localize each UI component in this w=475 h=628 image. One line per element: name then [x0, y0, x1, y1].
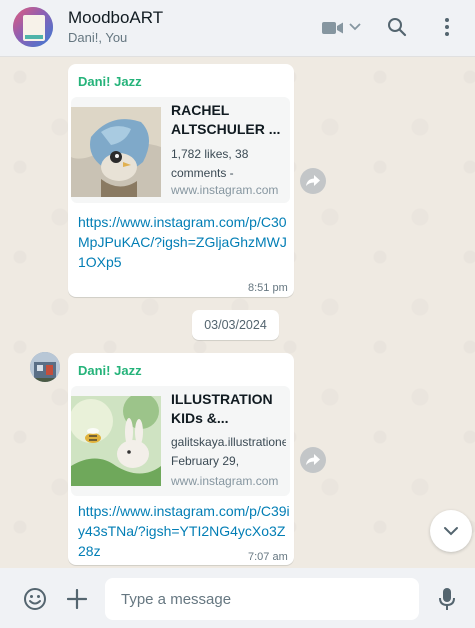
chat-title[interactable]: MoodboART: [68, 8, 163, 28]
forward-icon[interactable]: [300, 447, 326, 473]
chat-participants: Dani!, You: [68, 30, 128, 45]
sender-avatar[interactable]: [30, 352, 60, 382]
message-input[interactable]: [105, 578, 419, 620]
emoji-icon[interactable]: [22, 586, 48, 612]
plus-icon[interactable]: [64, 586, 90, 612]
message-sender[interactable]: Dani! Jazz: [78, 74, 142, 89]
message-bubble[interactable]: Dani! Jazz RACHEL ALTSCHULER ... 1,782 l…: [68, 64, 294, 297]
message-link[interactable]: https://www.instagram.com/p/C30MpJPuKAC/…: [78, 212, 293, 272]
message-time: 7:07 am: [248, 551, 288, 563]
microphone-icon[interactable]: [436, 585, 458, 613]
date-separator: 03/03/2024: [192, 310, 279, 340]
preview-description: galitskaya.illustrationel February 29,: [171, 435, 286, 468]
preview-domain: www.instagram.com: [171, 474, 279, 488]
chat-header[interactable]: MoodboART Dani!, You: [0, 0, 475, 57]
message-time: 8:51 pm: [248, 282, 288, 294]
link-preview[interactable]: ILLUSTRATION KIDs &... galitskaya.illust…: [71, 386, 290, 496]
message-composer: [0, 568, 475, 628]
preview-domain: www.instagram.com: [171, 183, 279, 197]
link-preview[interactable]: RACHEL ALTSCHULER ... 1,782 likes, 38 co…: [71, 97, 290, 203]
preview-description: 1,782 likes, 38 comments -: [171, 147, 249, 180]
message-list[interactable]: Dani! Jazz RACHEL ALTSCHULER ... 1,782 l…: [0, 57, 475, 568]
forward-icon[interactable]: [300, 168, 326, 194]
scroll-to-bottom-button[interactable]: [430, 510, 472, 552]
message-sender[interactable]: Dani! Jazz: [78, 363, 142, 378]
search-icon[interactable]: [385, 15, 409, 39]
chevron-down-icon: [444, 527, 458, 536]
group-avatar[interactable]: [13, 7, 53, 47]
chevron-down-icon[interactable]: [348, 20, 362, 34]
preview-thumbnail[interactable]: [71, 396, 161, 486]
preview-thumbnail[interactable]: [71, 107, 161, 197]
message-bubble[interactable]: Dani! Jazz ILLUSTRATION KIDs &... galits…: [68, 353, 294, 565]
video-camera-icon[interactable]: [321, 16, 345, 40]
preview-title: ILLUSTRATION KIDs &...: [171, 391, 273, 426]
more-vertical-icon[interactable]: [436, 15, 458, 39]
preview-title: RACHEL ALTSCHULER ...: [171, 102, 281, 137]
